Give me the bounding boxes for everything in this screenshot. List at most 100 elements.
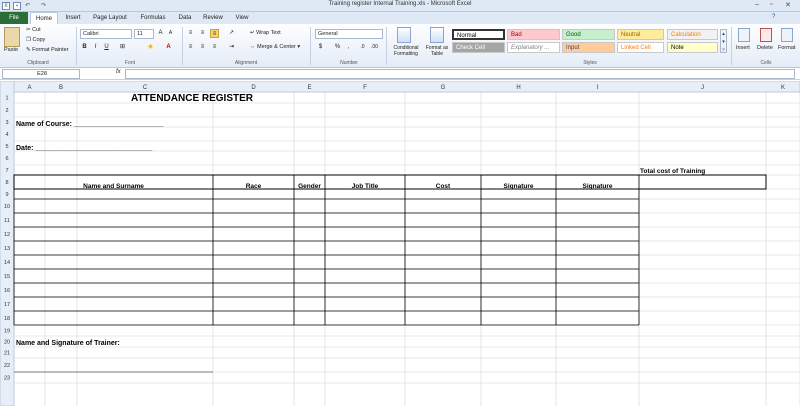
style-explanatory[interactable]: Explanatory ...: [507, 42, 560, 53]
style-normal[interactable]: Normal: [452, 29, 505, 40]
format-painter-button[interactable]: ✎ Format Painter: [26, 47, 69, 53]
style-check-cell[interactable]: Check Cell: [452, 42, 505, 53]
decrease-decimal-icon[interactable]: .00: [370, 43, 379, 52]
merge-center-button[interactable]: ⇔ Merge & Center ▾: [250, 44, 300, 50]
column-header-G: G: [441, 85, 446, 91]
paste-icon[interactable]: [4, 27, 20, 47]
copy-icon: ❐: [26, 37, 31, 43]
tab-insert[interactable]: Insert: [60, 12, 86, 24]
window-title: Training register Internal Training.xls …: [328, 1, 472, 7]
tab-file[interactable]: File: [0, 12, 28, 24]
bold-button[interactable]: B: [80, 43, 89, 52]
column-header-D: D: [251, 85, 256, 91]
function-icon[interactable]: fx: [116, 69, 121, 75]
minimize-icon[interactable]: –: [755, 1, 759, 8]
row-header-9: 9: [5, 192, 8, 198]
help-icon[interactable]: ?: [772, 14, 775, 20]
indent-icon[interactable]: ⇥: [227, 43, 236, 52]
table-header-cell: Signature: [583, 183, 613, 190]
style-note[interactable]: Note: [667, 42, 718, 53]
font-size-select[interactable]: 11: [134, 29, 154, 39]
brush-icon: ✎: [26, 47, 31, 53]
borders-icon[interactable]: ⊞: [118, 43, 127, 52]
paste-button[interactable]: Paste: [4, 47, 18, 53]
currency-button[interactable]: $: [316, 43, 325, 52]
table-borders: [13, 174, 767, 373]
conditional-formatting-icon[interactable]: [397, 27, 411, 43]
spreadsheet-grid[interactable]: A B C D E F G H I J K12345678910111213141516171819…: [0, 81, 800, 406]
fill-color-icon[interactable]: ◈: [146, 43, 155, 52]
number-format-select[interactable]: General: [315, 29, 383, 39]
grow-font-icon[interactable]: A: [156, 29, 165, 38]
tab-formulas[interactable]: Formulas: [134, 12, 172, 24]
orientation-icon[interactable]: ↗: [227, 29, 236, 38]
row-header-13: 13: [4, 246, 10, 252]
table-header-cell: Cost: [436, 183, 451, 190]
align-top-icon[interactable]: ≡: [186, 29, 195, 38]
italic-button[interactable]: I: [91, 43, 100, 52]
column-header-C: C: [143, 85, 148, 91]
format-table-icon[interactable]: [430, 27, 444, 43]
wrap-text-button[interactable]: ↵ Wrap Text: [250, 30, 281, 36]
row-header-15: 15: [4, 274, 10, 280]
sheet-content: ATTENDANCE REGISTER Name of Course: _____…: [16, 93, 705, 347]
align-right-icon[interactable]: ≡: [210, 43, 219, 52]
close-icon[interactable]: ✕: [785, 1, 791, 9]
style-bad[interactable]: Bad: [507, 29, 560, 40]
align-center-icon[interactable]: ≡: [198, 43, 207, 52]
cut-button[interactable]: ✂ Cut: [26, 27, 41, 33]
row-header-2: 2: [5, 108, 8, 114]
comma-button[interactable]: ,: [344, 43, 353, 52]
format-cells-icon[interactable]: [781, 28, 793, 42]
row-header-6: 6: [5, 156, 8, 162]
align-left-icon[interactable]: ≡: [186, 43, 195, 52]
style-neutral[interactable]: Neutral: [617, 29, 664, 40]
merge-icon: ⇔: [250, 44, 256, 50]
name-box[interactable]: E28: [2, 69, 80, 79]
conditional-formatting-button[interactable]: Conditional Formatting: [388, 45, 424, 57]
insert-button[interactable]: Insert: [736, 45, 750, 51]
tab-review[interactable]: Review: [198, 12, 228, 24]
clipboard-group-label: Clipboard: [27, 60, 49, 66]
format-table-button[interactable]: Format as Table: [424, 45, 450, 57]
column-header-B: B: [59, 85, 63, 91]
underline-button[interactable]: U: [102, 43, 111, 52]
group-separator: [386, 27, 387, 65]
row-header-bar: [0, 81, 15, 406]
shrink-font-icon[interactable]: A: [166, 29, 175, 38]
restore-icon[interactable]: ▫: [770, 1, 772, 8]
copy-button[interactable]: ❐ Copy: [26, 37, 45, 43]
styles-scroll-icon[interactable]: ▴ ▾ ▿: [720, 29, 727, 53]
increase-decimal-icon[interactable]: .0: [358, 43, 367, 52]
name-of-course-label: Name of Course: _______________________: [16, 121, 164, 128]
trainer-label: Name and Signature of Trainer:: [16, 340, 120, 347]
group-separator: [76, 27, 77, 65]
font-color-icon[interactable]: A: [164, 43, 173, 52]
column-header-J: J: [701, 85, 704, 91]
formula-input[interactable]: [125, 69, 795, 79]
row-header-23: 23: [4, 376, 10, 382]
sheet-title: ATTENDANCE REGISTER: [131, 93, 254, 104]
delete-cells-icon[interactable]: [760, 28, 772, 42]
align-middle-icon[interactable]: ≡: [198, 29, 207, 38]
row-header-11: 11: [4, 218, 10, 224]
insert-cells-icon[interactable]: [738, 28, 750, 42]
row-header-4: 4: [5, 132, 8, 138]
table-header-cell: Gender: [298, 183, 321, 190]
font-name-select[interactable]: Calibri: [80, 29, 132, 39]
tab-home[interactable]: Home: [30, 12, 58, 24]
group-separator: [731, 27, 732, 65]
delete-button[interactable]: Delete: [757, 45, 773, 51]
tab-view[interactable]: View: [230, 12, 254, 24]
format-button[interactable]: Format: [778, 45, 795, 51]
style-calculation[interactable]: Calculation: [667, 29, 718, 40]
tab-page-layout[interactable]: Page Layout: [88, 12, 132, 24]
style-linked-cell[interactable]: Linked Cell: [617, 42, 664, 53]
percent-button[interactable]: %: [333, 43, 342, 52]
style-good[interactable]: Good: [562, 29, 615, 40]
align-bottom-icon[interactable]: ≡: [210, 29, 219, 38]
style-input[interactable]: Input: [562, 42, 615, 53]
tab-data[interactable]: Data: [174, 12, 196, 24]
row-header-7: 7: [5, 168, 8, 174]
column-header-F: F: [363, 85, 367, 91]
